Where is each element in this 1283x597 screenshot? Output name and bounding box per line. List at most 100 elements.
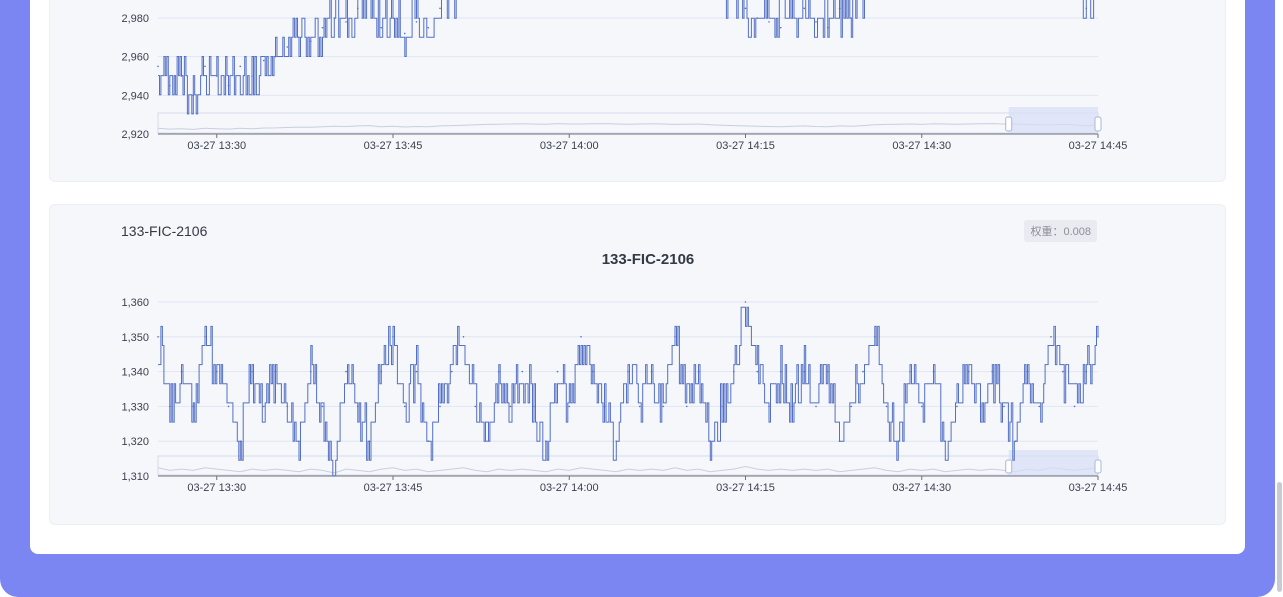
- x-tick-label: 03-27 14:00: [540, 482, 599, 494]
- data-point: [920, 405, 923, 408]
- data-point: [732, 370, 735, 373]
- data-point: [709, 440, 712, 443]
- data-point: [380, 370, 383, 373]
- data-point: [568, 405, 571, 408]
- data-point: [474, 405, 477, 408]
- data-point: [650, 370, 653, 373]
- data-point: [744, 301, 747, 303]
- x-tick-label: 03-27 13:30: [187, 482, 246, 494]
- data-point: [1026, 370, 1029, 373]
- data-point: [1050, 336, 1052, 338]
- y-tick-label: 1,310: [121, 471, 149, 483]
- data-point: [462, 336, 465, 338]
- data-point: [403, 405, 406, 408]
- data-point: [627, 370, 629, 373]
- data-point: [768, 405, 770, 408]
- data-point: [1038, 405, 1041, 408]
- data-point: [321, 405, 324, 408]
- x-tick-label: 03-27 14:30: [892, 482, 951, 494]
- data-point: [756, 370, 759, 373]
- data-point: [298, 440, 300, 443]
- data-point: [1014, 440, 1017, 443]
- data-point: [1085, 370, 1088, 373]
- data-point: [638, 405, 641, 408]
- y-tick-label: 1,350: [121, 332, 149, 344]
- data-point: [533, 405, 535, 408]
- data-point: [180, 370, 183, 373]
- data-point: [286, 405, 289, 408]
- data-point: [497, 370, 500, 373]
- data-point: [215, 370, 218, 373]
- data-point: [991, 370, 994, 373]
- data-point: [251, 370, 253, 373]
- data-point: [157, 336, 159, 338]
- data-point: [815, 405, 817, 408]
- x-tick-label: 03-27 14:15: [716, 482, 775, 494]
- data-point: [885, 405, 888, 408]
- data-point: [615, 440, 618, 443]
- data-point: [521, 370, 524, 373]
- data-point: [662, 405, 665, 408]
- data-point: [450, 370, 453, 373]
- data-zoom-overview-line: [157, 465, 1099, 474]
- data-point: [862, 370, 864, 373]
- y-tick-label: 1,330: [121, 401, 149, 413]
- data-point: [580, 336, 582, 338]
- data-point: [345, 370, 347, 373]
- data-point: [850, 405, 853, 408]
- data-point: [603, 405, 606, 408]
- data-point: [779, 370, 782, 373]
- data-point: [697, 370, 700, 373]
- data-point: [838, 440, 841, 443]
- data-point: [239, 440, 242, 443]
- line-chart-2[interactable]: 133-FIC-2106 1,310 1,320 1,330 1,340 1,350 1,3…: [0, 0, 1283, 597]
- data-point: [368, 440, 371, 443]
- data-point: [967, 370, 970, 373]
- data-point: [791, 405, 794, 408]
- data-point: [721, 405, 723, 408]
- data-point: [873, 336, 876, 338]
- data-point: [897, 440, 900, 443]
- y-tick-label: 1,340: [121, 367, 149, 379]
- data-zoom-right-handle[interactable]: [1094, 459, 1102, 474]
- data-point: [439, 405, 441, 408]
- data-point: [1061, 370, 1064, 373]
- data-point: [168, 405, 171, 408]
- data-point: [979, 405, 982, 408]
- data-point: [803, 370, 806, 373]
- data-point: [415, 370, 418, 373]
- data-point: [944, 440, 947, 443]
- data-zoom-left-handle[interactable]: [1005, 459, 1013, 474]
- data-point: [392, 336, 394, 338]
- data-zoom-selection[interactable]: [1008, 450, 1098, 475]
- data-point: [556, 370, 559, 373]
- x-tick-label: 03-27 14:45: [1069, 482, 1128, 494]
- data-point: [427, 440, 430, 443]
- chart-title: 133-FIC-2106: [602, 251, 695, 268]
- data-point: [333, 475, 336, 477]
- data-point: [826, 370, 829, 373]
- data-point: [227, 405, 230, 408]
- data-point: [1073, 405, 1076, 408]
- data-point: [274, 370, 277, 373]
- data-point: [956, 405, 958, 408]
- data-point: [1003, 405, 1005, 408]
- data-point: [932, 370, 935, 373]
- data-point: [356, 405, 359, 408]
- data-point: [685, 405, 688, 408]
- data-point: [591, 370, 594, 373]
- data-point: [204, 336, 206, 338]
- data-point: [486, 440, 488, 443]
- data-point: [509, 405, 512, 408]
- data-point: [309, 370, 312, 373]
- x-tick-label: 03-27 13:45: [364, 482, 423, 494]
- data-point: [1097, 336, 1099, 338]
- data-point: [192, 405, 195, 408]
- data-point: [674, 336, 676, 338]
- data-point: [544, 440, 547, 443]
- y-tick-label: 1,320: [121, 436, 149, 448]
- data-point: [909, 370, 911, 373]
- y-tick-label: 1,360: [121, 297, 149, 309]
- data-point: [262, 405, 265, 408]
- series-line: [158, 306, 1099, 477]
